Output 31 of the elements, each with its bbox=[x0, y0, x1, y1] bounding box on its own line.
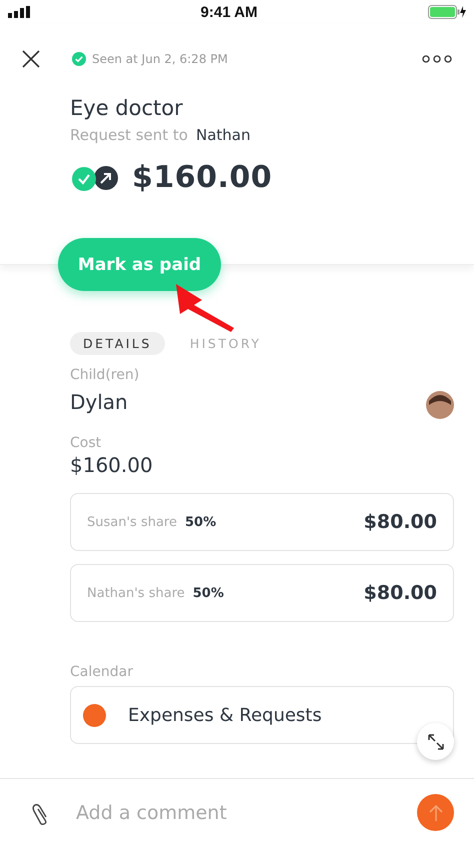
share-amount: $80.00 bbox=[364, 582, 437, 604]
annotation-arrow bbox=[174, 282, 236, 332]
cost-value: $160.00 bbox=[70, 453, 154, 477]
tab[interactable]: DETAILS bbox=[70, 332, 165, 355]
request-title: Eye doctor bbox=[70, 96, 184, 120]
child-name: Dylan bbox=[70, 390, 128, 414]
recipient-name: Nathan bbox=[196, 126, 250, 144]
share-name: Susan's share bbox=[87, 514, 177, 530]
avatar-icon bbox=[426, 391, 454, 419]
share-name: Nathan's share bbox=[87, 586, 185, 600]
expand-button[interactable] bbox=[417, 723, 454, 760]
check-icon bbox=[72, 52, 86, 66]
field-label: Calendar bbox=[70, 664, 134, 680]
request-amount: $160.00 bbox=[132, 160, 272, 195]
field-label: Child(ren) bbox=[70, 367, 140, 383]
comment-field[interactable]: Add a comment bbox=[74, 800, 395, 824]
share-amount: $80.00 bbox=[364, 511, 437, 533]
more-button[interactable] bbox=[422, 55, 452, 63]
signal-icon bbox=[8, 6, 30, 18]
share-percent: 50% bbox=[184, 514, 216, 530]
calendar-name: Expenses & Requests bbox=[128, 704, 322, 726]
seen-status: Seen at Jun 2, 6:28 PM bbox=[92, 52, 228, 66]
battery-icon bbox=[428, 5, 466, 19]
arrow-up-icon bbox=[428, 804, 442, 822]
expand-icon bbox=[426, 732, 444, 750]
send-button[interactable] bbox=[417, 794, 454, 831]
status-time: 9:41 AM bbox=[200, 4, 258, 20]
request-label: Request sent to bbox=[70, 126, 188, 144]
close-button[interactable] bbox=[22, 50, 40, 68]
share-percent: 50% bbox=[192, 586, 224, 600]
field-label: Cost bbox=[70, 435, 102, 451]
